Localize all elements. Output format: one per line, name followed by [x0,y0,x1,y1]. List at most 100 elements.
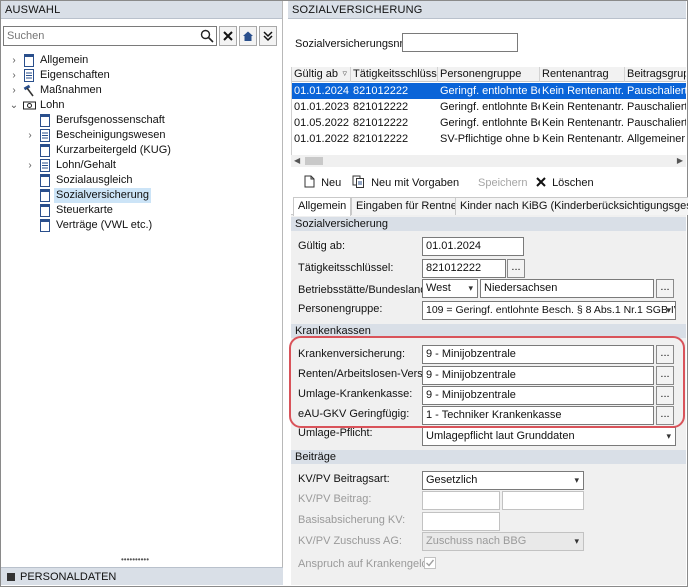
document-icon [39,144,51,157]
tree-item[interactable]: Verträge (VWL etc.) [25,218,265,233]
chevron-right-icon[interactable]: › [25,158,35,173]
site-region-select[interactable]: West ▾ [422,279,478,298]
svnr-input[interactable] [402,33,518,52]
col-header-rentenantrag[interactable]: Rentenantrag [540,67,625,82]
tree-item[interactable]: Sozialausgleich [25,173,265,188]
tree-item-label: Maßnahmen [40,84,102,96]
col-header-beitragsgruppe[interactable]: Beitragsgrupp [625,67,686,82]
section-sozialversicherung: Sozialversicherung [291,217,686,231]
home-icon [243,31,253,41]
table-cell: 821012222 [353,85,409,97]
table-cell: SV-Pflichtige ohne bes [440,133,540,145]
rv-input[interactable]: 9 - Minijobzentrale [422,366,654,385]
tree-item[interactable]: ⌄ Lohn [9,98,249,113]
search-field[interactable] [3,26,217,46]
document-icon [39,114,51,127]
scroll-thumb[interactable] [305,157,323,165]
anspruch-checkbox [424,557,436,569]
delete-x-icon [536,177,546,187]
tree-item[interactable]: Steuerkarte [25,203,265,218]
table-cell: Pauschalierter [627,85,686,97]
kv-lookup-button[interactable]: ... [656,345,674,364]
table-row[interactable]: 01.01.2022 821012222 SV-Pflichtige ohne be… [292,131,686,147]
grid-header: Gültig ab ▿ Tätigkeitsschlüssel Personeng… [292,67,686,82]
col-header-gueltig[interactable]: Gültig ab ▿ [292,67,351,82]
table-row[interactable]: 01.01.2024 821012222 Geringf. entlohnte Be… [292,83,686,99]
scroll-right-icon[interactable]: ▶ [677,156,683,165]
table-cell: 01.01.2023 [294,101,350,113]
tree-item-label: Allgemein [40,54,89,66]
chevron-right-icon[interactable]: › [9,68,19,83]
eau-input[interactable]: 1 - Techniker Krankenkasse [422,406,654,425]
chevron-down-icon[interactable]: ⌄ [9,98,19,113]
activity-key-label: Tätigkeitsschlüssel: [298,262,394,274]
document-icon [39,204,51,217]
collapse-square-icon [7,573,15,581]
home-button[interactable] [239,26,257,46]
basis-label: Basisabsicherung KV: [298,514,406,526]
group-select[interactable]: 109 = Geringf. entlohnte Besch. § 8 Abs.… [422,301,676,320]
scroll-left-icon[interactable]: ◀ [294,156,300,165]
tree-item[interactable]: Berufsgenossenschaft [25,113,265,128]
document-icon [39,189,51,202]
record-toolbar: Neu Neu mit Vorgaben Speichern Löschen [291,171,686,193]
chevron-right-icon[interactable]: › [25,128,35,143]
beitrag-input-1 [422,491,500,510]
table-cell: Kein Rentenantr... [542,117,625,129]
tree-item[interactable]: › Eigenschaften [9,68,249,83]
umlage-pflicht-select[interactable]: Umlagepflicht laut Grunddaten ▾ [422,427,676,446]
table-cell: Geringf. entlohnte Bes [440,101,540,113]
uk-lookup-button[interactable]: ... [656,386,674,405]
kv-input[interactable]: 9 - Minijobzentrale [422,345,654,364]
new-document-icon [304,175,315,188]
personaldaten-label: PERSONALDATEN [20,571,117,583]
table-row[interactable]: 01.01.2023 821012222 Geringf. entlohnte Be… [292,99,686,115]
tree-item[interactable]: › Maßnahmen [9,83,249,98]
tree-item-label: Kurzarbeitergeld (KUG) [56,144,171,156]
delete-button[interactable]: Löschen [536,175,594,191]
activity-key-input[interactable]: 821012222 [422,259,506,278]
table-cell: 821012222 [353,133,409,145]
group-label: Personengruppe: [298,303,383,315]
chevron-right-icon[interactable]: › [9,83,19,98]
tree-item[interactable]: › Lohn/Gehalt [25,158,265,173]
tree-item[interactable]: Kurzarbeitergeld (KUG) [25,143,265,158]
tree-item[interactable]: Sozialversicherung [25,188,265,203]
tab-kinder-kibg[interactable]: Kinder nach KiBG (Kinderberücksichtigung… [455,197,688,215]
eau-lookup-button[interactable]: ... [656,406,674,425]
tree-item-label: Steuerkarte [56,204,113,216]
beitragsart-select[interactable]: Gesetzlich ▾ [422,471,584,490]
clear-search-button[interactable] [219,26,237,46]
sozialversicherung-header: SOZIALVERSICHERUNG [288,1,686,19]
tab-allgemein[interactable]: Allgemein [293,197,352,216]
splitter-handle[interactable]: •••••••••• [121,555,149,564]
tree-item-label: Lohn/Gehalt [56,159,116,171]
chevron-down-icon: ▾ [468,283,473,293]
tree-item[interactable]: › Bescheinigungswesen [25,128,265,143]
list-icon [39,129,51,142]
site-lookup-button[interactable]: ... [656,279,674,298]
col-header-personengruppe[interactable]: Personengruppe [438,67,540,82]
site-state-input[interactable]: Niedersachsen [480,279,654,298]
beitrag-input-2 [502,491,584,510]
beitrag-label: KV/PV Beitrag: [298,493,372,505]
list-icon [39,159,51,172]
tab-eingaben-rentner[interactable]: Eingaben für Rentner [351,197,466,215]
uk-input[interactable]: 9 - Minijobzentrale [422,386,654,405]
save-button[interactable]: Speichern [478,175,528,191]
search-icon[interactable] [200,29,214,43]
tree-item[interactable]: › Allgemein [9,53,249,68]
personaldaten-bar[interactable]: PERSONALDATEN [1,567,283,585]
collapse-all-button[interactable] [259,26,277,46]
col-header-taetigkeit[interactable]: Tätigkeitsschlüssel [351,67,438,82]
new-with-defaults-button[interactable]: Neu mit Vorgaben [352,175,459,191]
valid-from-input[interactable]: 01.01.2024 [422,237,524,256]
chevron-right-icon[interactable]: › [9,53,19,68]
grid-horizontal-scrollbar[interactable]: ◀ ▶ [291,155,686,167]
activity-key-lookup-button[interactable]: ... [507,259,525,278]
table-row[interactable]: 01.05.2022 821012222 Geringf. entlohnte Be… [292,115,686,131]
tree-item-label: Eigenschaften [40,69,110,81]
search-input[interactable] [4,27,194,45]
rv-lookup-button[interactable]: ... [656,366,674,385]
new-button[interactable]: Neu [304,175,341,191]
